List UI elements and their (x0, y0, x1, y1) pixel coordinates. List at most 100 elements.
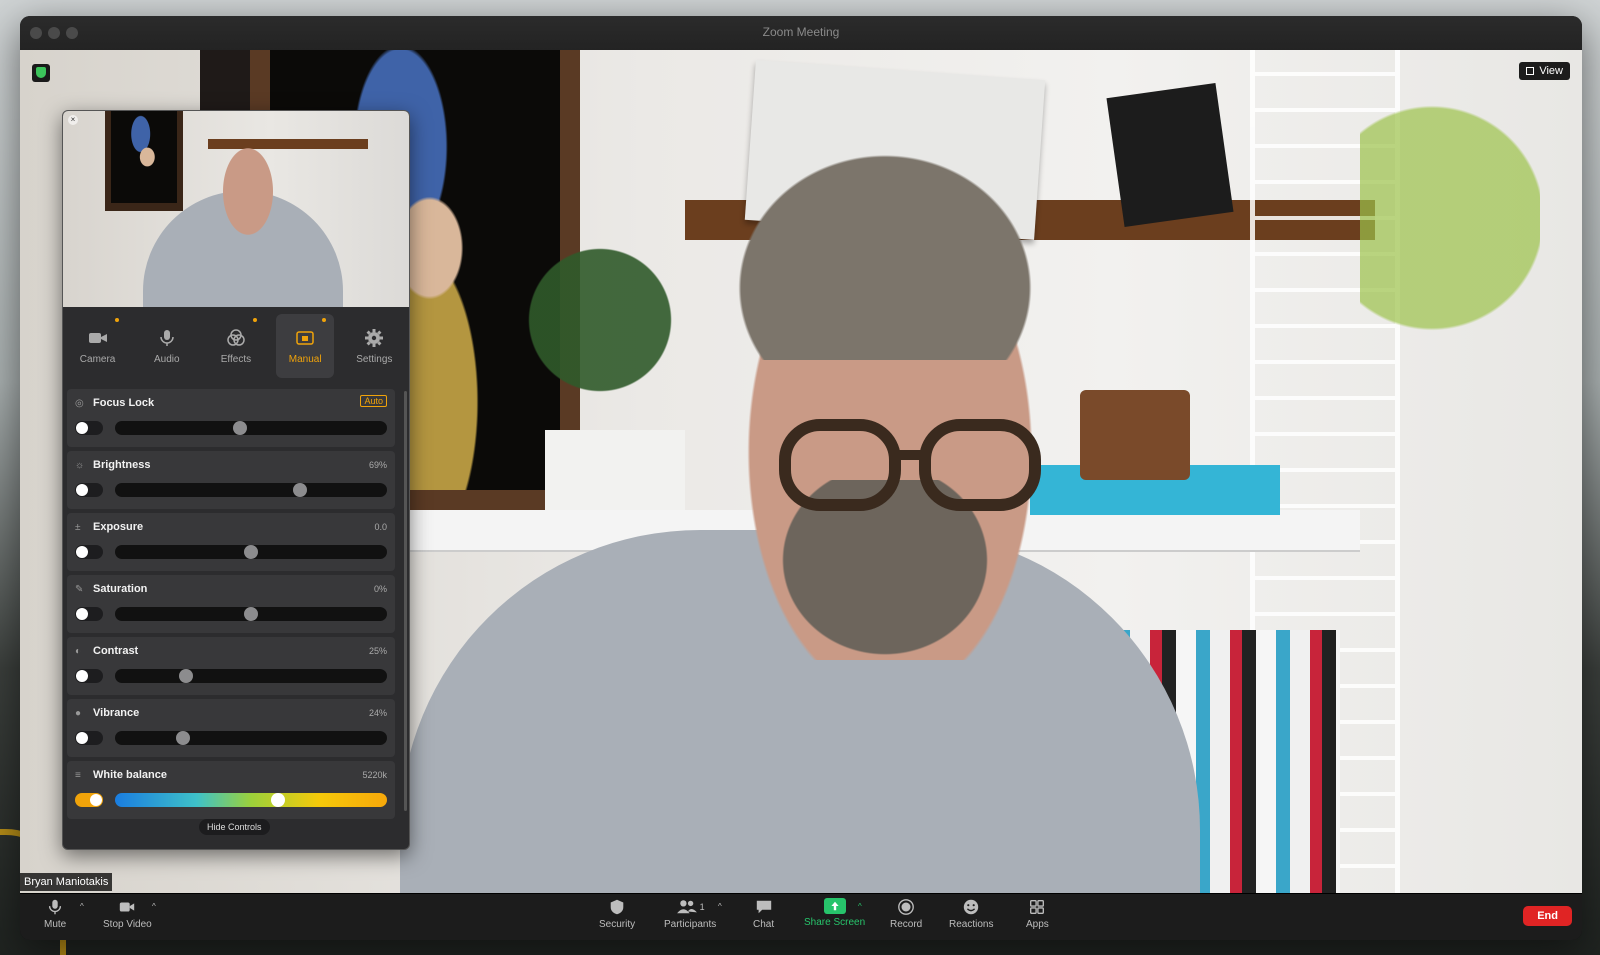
chat-icon (756, 900, 771, 914)
contrast-row: ◐ Contrast 25% (67, 637, 395, 695)
video-options-caret[interactable]: ^ (152, 902, 156, 911)
reactions-label: Reactions (949, 919, 994, 930)
share-screen-button[interactable]: Share Screen (804, 898, 865, 928)
apps-label: Apps (1026, 919, 1049, 930)
arrow-up-icon (830, 901, 839, 911)
notification-dot (322, 318, 327, 322)
exposure-value: 0.0 (374, 522, 387, 532)
toggle-knob (76, 422, 88, 434)
focus-lock-icon: ◎ (75, 398, 84, 409)
contrast-label: Contrast (93, 645, 139, 657)
brightness-toggle[interactable] (75, 483, 103, 497)
record-label: Record (890, 919, 923, 930)
camera-icon (88, 328, 108, 348)
focus-lock-toggle[interactable] (75, 421, 103, 435)
share-screen-icon (823, 898, 846, 914)
apps-button[interactable]: Apps (1026, 898, 1049, 930)
participants-icon (676, 900, 697, 914)
tab-manual[interactable]: Manual (276, 314, 335, 378)
plant (500, 200, 700, 440)
microphone-icon (157, 328, 177, 348)
vibrance-toggle[interactable] (75, 731, 103, 745)
mute-label: Mute (44, 919, 67, 930)
focus-lock-slider[interactable] (115, 421, 387, 435)
toggle-knob (76, 484, 88, 496)
chat-button[interactable]: Chat (753, 898, 774, 930)
mute-options-caret[interactable]: ^ (80, 902, 84, 911)
exposure-slider[interactable] (115, 545, 387, 559)
security-button[interactable]: Security (599, 898, 635, 930)
notification-dot (114, 318, 119, 322)
view-button[interactable]: View (1519, 62, 1570, 80)
white-balance-value: 5220k (362, 770, 387, 780)
contrast-slider[interactable] (115, 669, 387, 683)
participants-button[interactable]: 1 Participants (664, 898, 716, 930)
person-hair (700, 120, 1070, 360)
record-button[interactable]: Record (890, 898, 922, 930)
contrast-toggle[interactable] (75, 669, 103, 683)
brightness-row: ☼ Brightness 69% (67, 451, 395, 509)
stop-video-button[interactable]: Stop Video (103, 898, 152, 930)
meeting-toolbar: Mute ^ Stop Video ^ Security 1 Participa… (20, 893, 1582, 940)
tab-label: Camera (79, 353, 116, 365)
toggle-knob (76, 732, 88, 744)
exposure-toggle[interactable] (75, 545, 103, 559)
white-balance-toggle[interactable] (75, 793, 103, 807)
tab-label: Effects (220, 353, 252, 365)
main-video-feed: View Bryan Maniotakis × Camera Audio Effec… (20, 50, 1582, 894)
exposure-icon: ± (75, 522, 81, 533)
focus-lock-label: Focus Lock (93, 397, 155, 409)
slider-thumb[interactable] (233, 421, 248, 435)
tab-label: Audio (153, 353, 180, 365)
panel-scrollbar[interactable] (404, 391, 407, 811)
saturation-slider[interactable] (115, 607, 387, 621)
video-camera-icon (120, 902, 135, 912)
slider-thumb[interactable] (271, 793, 286, 807)
share-options-caret[interactable]: ^ (858, 902, 862, 911)
chat-label: Chat (753, 919, 775, 930)
encryption-indicator[interactable] (32, 64, 50, 82)
tab-audio[interactable]: Audio (138, 314, 196, 378)
participants-label: Participants (664, 919, 717, 930)
stop-video-label: Stop Video (103, 919, 152, 930)
exposure-label: Exposure (93, 521, 144, 533)
saturation-value: 0% (373, 584, 387, 594)
toggle-knob (76, 546, 88, 558)
tab-camera[interactable]: Camera (69, 314, 127, 378)
contrast-icon: ◐ (75, 646, 82, 657)
vibrance-value: 24% (368, 708, 387, 718)
slider-thumb[interactable] (244, 607, 258, 621)
white-balance-slider[interactable] (115, 793, 387, 807)
white-balance-row: ≡ White balance 5220k (67, 761, 395, 819)
vibrance-slider[interactable] (115, 731, 387, 745)
slider-thumb[interactable] (292, 483, 307, 497)
slider-thumb[interactable] (244, 545, 258, 559)
mute-button[interactable]: Mute (44, 898, 66, 930)
saturation-icon: ✎ (75, 584, 84, 595)
microphone-icon (49, 899, 62, 915)
participants-icon-group: 1 (676, 898, 705, 916)
end-meeting-button[interactable]: End (1523, 906, 1572, 926)
slider-thumb[interactable] (178, 669, 193, 683)
tab-effects[interactable]: Effects (207, 314, 265, 378)
reactions-button[interactable]: Reactions (949, 898, 993, 930)
vibrance-icon: ● (75, 708, 82, 719)
tab-settings[interactable]: Settings (345, 314, 403, 378)
vibrance-row: ● Vibrance 24% (67, 699, 395, 757)
polaroid-camera (1080, 390, 1190, 480)
record-icon (898, 899, 914, 915)
focus-lock-value[interactable]: Auto (360, 395, 387, 407)
preview-painting (111, 111, 177, 203)
white-balance-label: White balance (93, 769, 167, 781)
hide-controls-button[interactable]: Hide Controls (199, 819, 270, 835)
brightness-slider[interactable] (115, 483, 387, 497)
black-book (1106, 82, 1234, 228)
contrast-value: 25% (368, 646, 387, 656)
hanging-plant (1360, 50, 1540, 470)
slider-thumb[interactable] (176, 731, 190, 745)
saturation-toggle[interactable] (75, 607, 103, 621)
participants-options-caret[interactable]: ^ (718, 902, 722, 911)
close-icon[interactable]: × (68, 115, 78, 125)
tab-label: Settings (356, 353, 393, 365)
focus-lock-row: ◎ Focus Lock Auto (67, 389, 395, 447)
